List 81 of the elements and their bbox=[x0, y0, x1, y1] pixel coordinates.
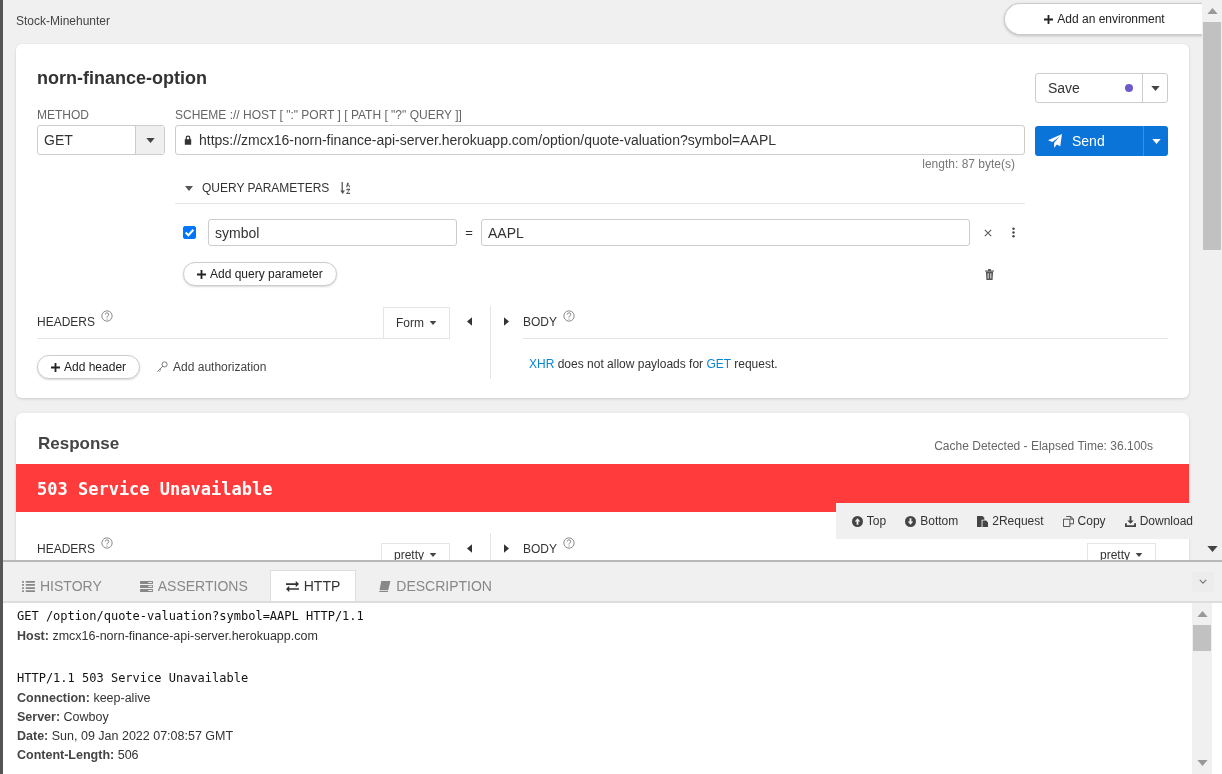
document-icon bbox=[977, 515, 989, 527]
scroll-thumb[interactable] bbox=[1203, 22, 1221, 250]
caret-icon bbox=[429, 552, 437, 557]
collapse-right-icon[interactable] bbox=[504, 544, 509, 553]
scroll-up-icon[interactable] bbox=[1196, 611, 1208, 617]
arrow-up-circle-icon bbox=[851, 515, 863, 527]
scroll-up-icon[interactable] bbox=[1206, 8, 1218, 14]
url-label: SCHEME :// HOST [ ":" PORT ] [ PATH [ "?" QUERY ]] bbox=[175, 108, 463, 124]
rows-icon bbox=[139, 580, 153, 592]
collapse-left-icon[interactable] bbox=[467, 544, 472, 553]
headers-label: HEADERS bbox=[37, 314, 95, 331]
list-icon bbox=[22, 580, 35, 592]
help-icon[interactable] bbox=[563, 537, 575, 549]
chevron-down-icon bbox=[1199, 579, 1207, 584]
http-start-line: GET /option/quote-valuation?symbol=AAPL HTTP/1.1 bbox=[17, 608, 365, 625]
help-icon[interactable] bbox=[101, 310, 113, 322]
caret-icon bbox=[1135, 552, 1143, 557]
swap-arrows-icon bbox=[285, 580, 299, 592]
toolbar-button[interactable]: Copy bbox=[1062, 514, 1106, 528]
response-title: Response bbox=[38, 434, 120, 454]
headers-label: HEADERS bbox=[37, 541, 95, 558]
download-icon bbox=[1124, 515, 1136, 527]
sort-icon[interactable] bbox=[339, 182, 352, 194]
collapse-left-icon[interactable] bbox=[467, 317, 472, 326]
add-header-button[interactable]: Add header bbox=[37, 355, 141, 379]
arrow-down-circle-icon bbox=[905, 515, 917, 527]
plus-icon bbox=[51, 362, 60, 372]
http-header-line: Date: Sun, 09 Jan 2022 07:08:57 GMT bbox=[17, 728, 235, 745]
scrollbar[interactable] bbox=[1192, 603, 1212, 774]
toolbar-button[interactable]: Download bbox=[1124, 514, 1193, 528]
more-icon[interactable] bbox=[1012, 227, 1015, 238]
view-mode-dropdown[interactable]: Form bbox=[383, 307, 450, 338]
collapse-right-icon[interactable] bbox=[504, 317, 509, 326]
caret-icon bbox=[429, 321, 437, 325]
key-icon bbox=[156, 361, 169, 373]
caret-icon bbox=[145, 137, 155, 143]
elapsed-time: Cache Detected - Elapsed Time: 36.100s bbox=[934, 439, 1153, 453]
project-title: Stock-Minehunter bbox=[16, 14, 111, 28]
method-dropdown[interactable]: GET bbox=[37, 125, 165, 155]
plus-icon bbox=[1044, 14, 1054, 24]
query-parameters-toggle[interactable]: QUERY PARAMETERS bbox=[185, 181, 330, 195]
send-button[interactable]: Send bbox=[1035, 126, 1168, 156]
status-banner: 503 Service Unavailable bbox=[16, 464, 1189, 512]
body-message: XHR does not allow payloads for GET request. bbox=[529, 357, 779, 371]
url-length: length: 87 byte(s) bbox=[921, 156, 1016, 173]
save-button[interactable]: Save bbox=[1035, 73, 1168, 103]
help-icon[interactable] bbox=[101, 537, 113, 549]
add-query-parameter-button[interactable]: Add query parameter bbox=[183, 262, 337, 286]
toolbar-button[interactable]: Top bbox=[851, 514, 887, 528]
body-label: BODY bbox=[523, 314, 557, 331]
param-name-field[interactable]: symbol bbox=[208, 219, 457, 246]
paper-plane-icon bbox=[1048, 134, 1062, 148]
add-authorization-link[interactable]: Add authorization bbox=[156, 360, 267, 374]
request-name: norn-finance-option bbox=[37, 67, 207, 89]
param-value-field[interactable]: AAPL bbox=[481, 219, 970, 246]
book-icon bbox=[378, 580, 392, 592]
method-label: METHOD bbox=[37, 108, 90, 124]
toolbar-button[interactable]: Bottom bbox=[905, 514, 959, 528]
scroll-thumb[interactable] bbox=[1193, 625, 1211, 651]
collapse-panel-button[interactable] bbox=[1192, 571, 1214, 592]
checkbox[interactable] bbox=[183, 226, 196, 239]
copy-icon bbox=[1062, 515, 1074, 527]
caret-icon bbox=[1150, 85, 1160, 91]
scroll-down-icon[interactable] bbox=[1206, 546, 1218, 552]
remove-icon[interactable] bbox=[984, 228, 992, 237]
body-label: BODY bbox=[523, 541, 557, 558]
trash-icon[interactable] bbox=[985, 268, 994, 280]
equals-sign: = bbox=[464, 225, 474, 240]
plus-icon bbox=[197, 269, 206, 279]
toolbar-button[interactable]: 2Request bbox=[977, 514, 1044, 528]
url-field[interactable]: https://zmcx16-norn-finance-api-server.herokuapp.com/option/quote-valuation?symbol=AAPL bbox=[175, 125, 1025, 155]
add-environment-button[interactable]: Add an environment bbox=[1004, 3, 1202, 35]
http-start-line: HTTP/1.1 503 Service Unavailable bbox=[17, 670, 250, 687]
http-header-line: Host: zmcx16-norn-finance-api-server.herokuapp.com bbox=[17, 628, 319, 645]
http-header-line: Content-Length: 506 bbox=[17, 747, 140, 764]
help-icon[interactable] bbox=[563, 310, 575, 322]
http-header-line: Server: Cowboy bbox=[17, 709, 110, 726]
lock-icon bbox=[184, 135, 192, 145]
panel-tab[interactable]: HTTP bbox=[269, 570, 357, 601]
http-header-line: Connection: keep-alive bbox=[17, 690, 152, 707]
caret-icon bbox=[1151, 138, 1161, 144]
